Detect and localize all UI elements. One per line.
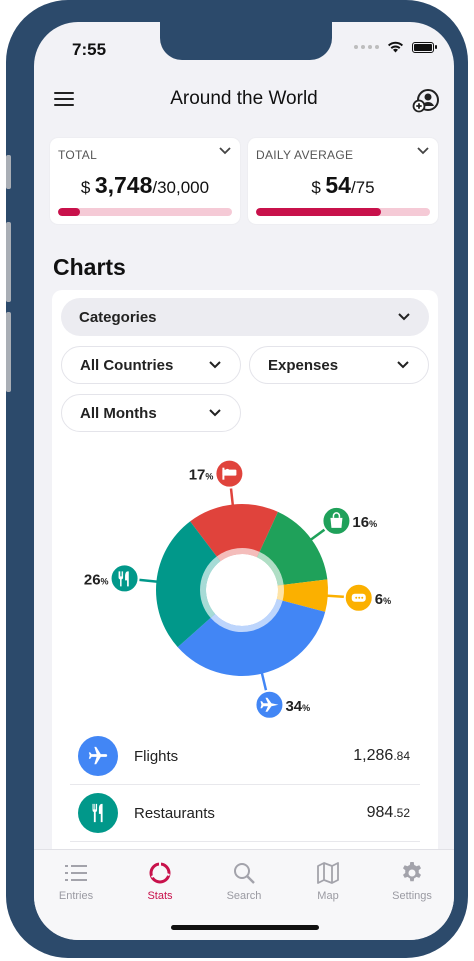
map-icon	[317, 862, 339, 884]
tab-label: Map	[317, 890, 339, 902]
donut-slice-label: 26%	[84, 571, 109, 588]
wifi-icon	[388, 41, 403, 53]
category-donut-chart[interactable]: 17% 16% 6% 34% 26%	[52, 444, 438, 724]
tab-bar: Entries Stats Search Map Settings	[34, 849, 454, 940]
total-progress-bar	[58, 208, 232, 216]
charts-panel: Categories All Countries Expenses All Mo…	[52, 290, 438, 930]
home-indicator	[171, 925, 319, 930]
chevron-down-icon	[209, 361, 221, 369]
tab-entries[interactable]: Entries	[34, 860, 118, 902]
countries-select[interactable]: All Countries	[61, 346, 241, 384]
chevron-down-icon[interactable]	[416, 146, 430, 156]
tab-label: Stats	[147, 890, 173, 902]
notch	[160, 22, 332, 60]
volume-down-button	[6, 312, 11, 392]
legend-item-restaurants[interactable]: Restaurants 984.52	[70, 785, 420, 841]
airplane-icon	[78, 736, 118, 776]
fork-knife-icon	[78, 793, 118, 833]
chevron-down-icon[interactable]	[218, 146, 232, 156]
chevron-down-icon	[398, 313, 410, 321]
tab-map[interactable]: Map	[286, 860, 370, 902]
tab-label: Settings	[392, 890, 432, 902]
divider	[70, 841, 420, 842]
volume-up-button	[6, 222, 11, 302]
chevron-down-icon	[209, 409, 221, 417]
app-header: Around the World	[34, 84, 454, 116]
bed-icon[interactable]	[214, 458, 245, 489]
mute-switch	[6, 155, 11, 189]
screen: 7:55 Around the World TOTAL $ 3,748/30,0…	[34, 22, 454, 940]
section-title: Charts	[53, 254, 126, 280]
daily-average-label: DAILY AVERAGE	[256, 148, 354, 162]
donut-slice-label: 34%	[285, 698, 310, 715]
legend-item-value: 1,286.84	[353, 747, 410, 764]
total-amount: $ 3,748/30,000	[80, 172, 210, 198]
type-select[interactable]: Expenses	[249, 346, 429, 384]
donut-slice-label: 17%	[189, 467, 214, 484]
search-icon	[234, 863, 255, 884]
total-card[interactable]: TOTAL $ 3,748/30,000	[50, 138, 240, 224]
donut-slice-label: 16%	[352, 514, 377, 531]
months-select[interactable]: All Months	[61, 394, 241, 432]
tab-stats[interactable]: Stats	[118, 860, 202, 902]
legend-item-value: 984.52	[366, 804, 410, 821]
device-frame: 7:55 Around the World TOTAL $ 3,748/30,0…	[6, 0, 468, 958]
fork-knife-icon[interactable]	[109, 563, 140, 594]
legend-item-flights[interactable]: Flights 1,286.84	[70, 728, 420, 784]
tab-label: Entries	[58, 890, 94, 902]
tag-icon[interactable]	[343, 582, 374, 613]
add-user-icon[interactable]	[412, 86, 440, 114]
gear-icon	[403, 862, 421, 882]
signal-icon	[354, 45, 379, 49]
shopping-bag-icon[interactable]	[321, 505, 352, 536]
donut-inner-ring	[276, 584, 284, 601]
status-icons	[354, 41, 437, 53]
grouping-select[interactable]: Categories	[61, 298, 429, 336]
daily-progress-bar	[256, 208, 430, 216]
tab-settings[interactable]: Settings	[370, 860, 454, 902]
airplane-icon[interactable]	[254, 689, 285, 720]
status-time: 7:55	[72, 40, 107, 59]
legend-item-name: Flights	[134, 747, 179, 765]
legend-item-name: Restaurants	[134, 804, 215, 822]
tab-label: Search	[226, 890, 262, 902]
page-title: Around the World	[170, 88, 318, 109]
donut-icon	[149, 862, 171, 884]
total-label: TOTAL	[58, 148, 98, 162]
donut-slice-label: 6%	[375, 591, 391, 608]
tab-search[interactable]: Search	[202, 860, 286, 902]
chevron-down-icon	[397, 361, 409, 369]
battery-icon	[412, 41, 437, 53]
daily-average-card[interactable]: DAILY AVERAGE $ 54/75	[248, 138, 438, 224]
daily-average-amount: $ 54/75	[311, 172, 375, 198]
list-icon	[65, 865, 87, 881]
